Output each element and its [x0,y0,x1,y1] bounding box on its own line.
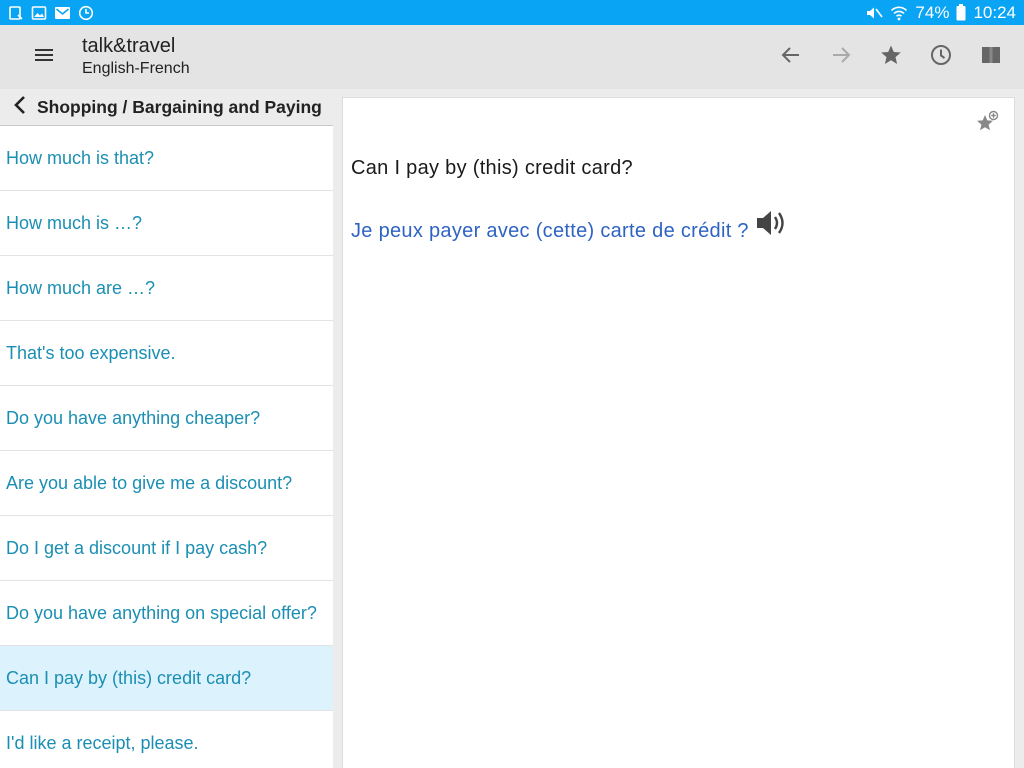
star-add-icon [974,110,1000,140]
status-bar: 74% 10:24 [0,0,1024,25]
phrase-item[interactable]: Do you have anything on special offer? [0,581,333,646]
app-actions [776,25,1006,89]
phrase-item[interactable]: How much is …? [0,191,333,256]
book-icon [979,43,1003,72]
status-left-icons [8,5,94,21]
speaker-icon [755,211,791,244]
phrase-detail-card: Can I pay by (this) credit card? Je peux… [342,97,1015,768]
phrase-item[interactable]: How much are …? [0,256,333,321]
category-back-button[interactable] [10,95,30,119]
add-favorite-button[interactable] [974,110,1000,136]
wifi-icon [890,5,908,21]
phrase-item[interactable]: How much is that? [0,126,333,191]
gmail-icon [54,5,71,21]
history-icon [929,43,953,72]
notification-icon [8,5,24,21]
play-audio-button[interactable] [755,206,791,240]
app-subtitle: English-French [82,60,190,77]
status-right-icons: 74% 10:24 [865,3,1016,23]
phrase-item[interactable]: That's too expensive. [0,321,333,386]
phrase-item-selected[interactable]: Can I pay by (this) credit card? [0,646,333,711]
breadcrumb[interactable]: Shopping / Bargaining and Paying [0,89,333,126]
history-button[interactable] [926,42,956,72]
phrasebook-button[interactable] [976,42,1006,72]
app-title: talk&travel [82,35,176,57]
app-titles: talk&travel English-French [82,34,190,80]
hamburger-icon [34,47,54,68]
phrase-item[interactable]: I'd like a receipt, please. [0,711,333,768]
translation-row: Je peux payer avec (cette) carte de créd… [351,206,791,243]
translation-phrase: Je peux payer avec (cette) carte de créd… [351,220,749,242]
gallery-icon [31,5,47,21]
clock: 10:24 [973,2,1016,22]
app-bar: talk&travel English-French [0,25,1024,89]
phrase-list: How much is that? How much is …? How muc… [0,126,333,768]
battery-icon [956,4,966,21]
phrase-panel: Shopping / Bargaining and Paying How muc… [0,89,333,768]
menu-button[interactable] [26,39,62,75]
forward-arrow-icon [829,43,853,72]
sync-icon [78,5,94,21]
mute-icon [865,5,884,21]
source-phrase: Can I pay by (this) credit card? [351,157,633,179]
phrase-item[interactable]: Do I get a discount if I pay cash? [0,516,333,581]
back-button[interactable] [776,42,806,72]
forward-button[interactable] [826,42,856,72]
breadcrumb-label: Shopping / Bargaining and Paying [37,96,322,117]
phrase-item[interactable]: Do you have anything cheaper? [0,386,333,451]
phrase-item[interactable]: Are you able to give me a discount? [0,451,333,516]
chevron-left-icon [13,95,27,120]
favorites-button[interactable] [876,42,906,72]
battery-percent: 74% [915,2,950,22]
back-arrow-icon [779,43,803,72]
star-icon [879,43,903,72]
